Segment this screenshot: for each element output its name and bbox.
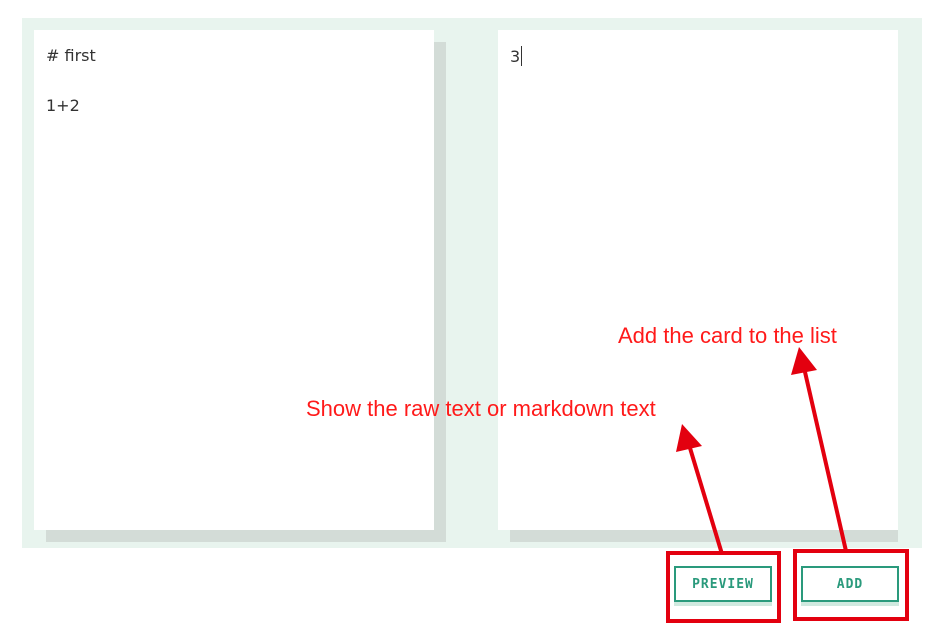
annotation-arrows — [676, 347, 848, 555]
add-arrow — [791, 347, 848, 552]
preview-arrow — [676, 424, 724, 555]
